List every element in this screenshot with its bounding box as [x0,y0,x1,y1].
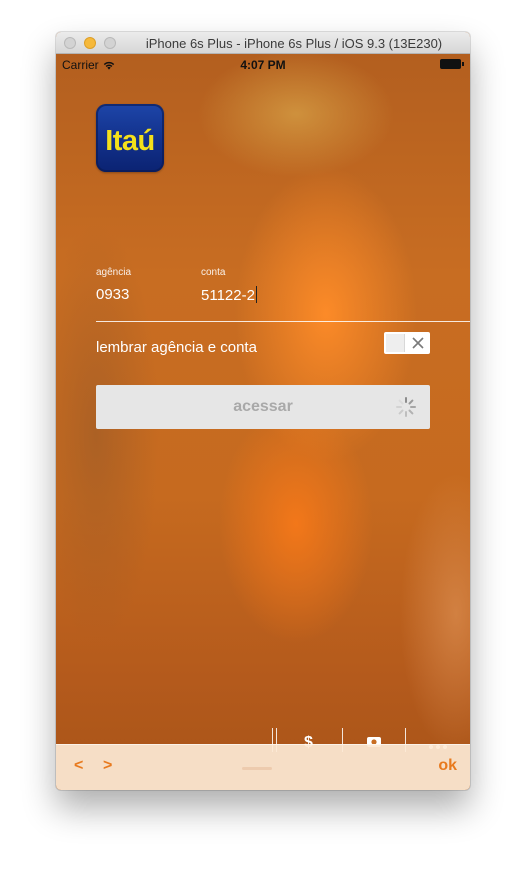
agency-label: agência [96,267,132,278]
account-label: conta [201,267,226,278]
status-bar: Carrier 4:07 PM [56,54,470,74]
window-close-button[interactable] [64,37,76,49]
window-zoom-button[interactable] [104,37,116,49]
text-cursor [255,286,257,303]
simulator-window: iPhone 6s Plus - iPhone 6s Plus / iOS 9.… [56,32,470,790]
remember-toggle[interactable] [384,332,430,354]
next-field-button[interactable]: > [103,757,112,775]
window-titlebar: iPhone 6s Plus - iPhone 6s Plus / iOS 9.… [56,32,470,54]
accessory-handle [242,767,272,770]
close-x-icon [411,335,425,351]
access-button-label: acessar [233,398,293,415]
toggle-knob [386,334,405,352]
previous-field-button[interactable]: < [74,757,83,775]
agency-value: 0933 [96,286,130,303]
access-button[interactable]: acessar [96,385,430,429]
status-time: 4:07 PM [240,58,286,72]
phone-screen: Carrier 4:07 PM Itaú agência 0933 conta … [56,54,470,790]
spinner-icon [395,396,417,418]
account-input[interactable]: 51122-2 [201,286,257,304]
ok-button[interactable]: ok [438,757,457,775]
window-minimize-button[interactable] [84,37,96,49]
keyboard-accessory-bar: < > ok [56,744,470,790]
account-value: 51122-2 [201,287,255,304]
remember-label: lembrar agência e conta [96,339,257,356]
window-title: iPhone 6s Plus - iPhone 6s Plus / iOS 9.… [145,36,443,51]
battery-icon [440,59,464,69]
logo-text: Itaú [105,124,155,157]
page: iPhone 6s Plus - iPhone 6s Plus / iOS 9.… [0,0,526,870]
agency-input[interactable]: 0933 [96,286,129,303]
itau-logo: Itaú [96,104,164,172]
field-divider [96,321,470,322]
